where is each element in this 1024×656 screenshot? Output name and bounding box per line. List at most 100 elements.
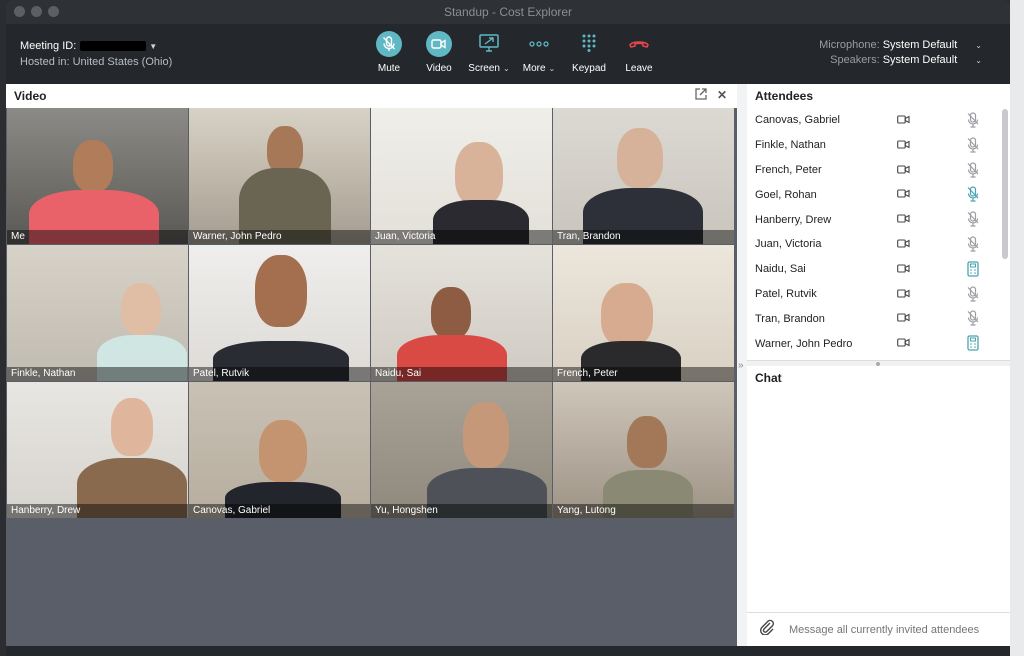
attendee-row[interactable]: Canovas, Gabriel xyxy=(747,108,1010,133)
microphone-value: System Default xyxy=(882,39,958,51)
attendees-title: Attendees xyxy=(755,89,814,103)
chevron-down-icon: ⌄ xyxy=(548,64,556,73)
participant-name: Warner, John Pedro xyxy=(189,230,370,244)
attendee-name: Warner, John Pedro xyxy=(755,337,853,350)
video-tile[interactable]: Hanberry, Drew xyxy=(7,382,188,518)
attendee-name: Finkle, Nathan xyxy=(755,139,826,152)
video-tile[interactable]: Juan, Victoria xyxy=(371,108,552,244)
phone-icon xyxy=(967,335,979,354)
participant-name: Yu, Hongshen xyxy=(371,504,552,518)
phone-icon xyxy=(967,261,979,280)
collapse-arrows-icon: » xyxy=(738,360,744,371)
hang-up-icon xyxy=(628,38,650,51)
participant-name: Naidu, Sai xyxy=(371,367,552,381)
participant-name: French, Peter xyxy=(553,367,734,381)
attachment-icon[interactable] xyxy=(759,619,775,640)
mute-button[interactable]: Mute xyxy=(364,30,414,74)
keypad-icon xyxy=(581,34,597,55)
mic-muted-icon xyxy=(967,112,979,131)
attendee-row[interactable]: Finkle, Nathan xyxy=(747,133,1010,158)
more-dots-icon xyxy=(529,39,549,50)
video-panel: Video ✕ Me Warner, John Pedro Juan, Vict… xyxy=(6,84,737,646)
video-tile[interactable]: Warner, John Pedro xyxy=(189,108,370,244)
microphone-select[interactable]: Microphone: System Default ⌄ xyxy=(819,38,982,53)
video-camera-icon xyxy=(897,214,910,226)
attendee-row[interactable]: French, Peter xyxy=(747,158,1010,183)
video-camera-icon xyxy=(897,239,910,251)
video-tile[interactable]: Tran, Brandon xyxy=(553,108,734,244)
video-camera-icon xyxy=(897,264,910,276)
window-title: Standup - Cost Explorer xyxy=(443,5,573,19)
close-icon[interactable]: ✕ xyxy=(717,88,727,103)
attendee-name: Hanberry, Drew xyxy=(755,213,832,226)
chevron-down-icon: ▼ xyxy=(149,41,158,51)
video-button[interactable]: Video xyxy=(414,30,464,74)
speakers-label: Speakers: xyxy=(830,54,880,66)
chat-message-input[interactable] xyxy=(789,623,1009,636)
video-tile[interactable]: Patel, Rutvik xyxy=(189,245,370,381)
speakers-value: System Default xyxy=(882,54,958,66)
screen-share-icon xyxy=(479,33,499,55)
chevron-down-icon: ⌄ xyxy=(975,56,982,65)
mic-muted-icon xyxy=(967,137,979,156)
participant-name: Yang, Lutong xyxy=(553,504,734,518)
video-camera-icon xyxy=(897,115,910,127)
speakers-select[interactable]: Speakers: System Default ⌄ xyxy=(819,53,982,68)
attendee-name: Naidu, Sai xyxy=(755,263,806,276)
microphone-label: Microphone: xyxy=(819,39,880,51)
pop-out-icon[interactable] xyxy=(695,88,707,103)
video-panel-header: Video ✕ xyxy=(6,84,737,108)
screen-label: Screen xyxy=(468,63,500,74)
video-camera-icon xyxy=(897,338,910,350)
video-camera-icon xyxy=(897,140,910,152)
participant-name: Canovas, Gabriel xyxy=(189,504,370,518)
video-label: Video xyxy=(426,63,452,74)
video-camera-icon xyxy=(426,31,452,57)
panel-resize-handle[interactable]: » xyxy=(737,84,747,646)
leave-label: Leave xyxy=(625,63,653,74)
meeting-id-redacted xyxy=(80,41,147,51)
mic-muted-icon xyxy=(967,236,979,255)
chevron-down-icon: ⌄ xyxy=(975,41,982,50)
meeting-id-dropdown[interactable]: Meeting ID: ▼ xyxy=(20,40,172,52)
attendee-name: Tran, Brandon xyxy=(755,312,825,325)
mic-icon xyxy=(376,31,402,57)
attendee-row[interactable]: Hanberry, Drew xyxy=(747,207,1010,232)
meeting-toolbar: Meeting ID: ▼ Hosted in: United States (… xyxy=(6,24,1010,84)
video-tile[interactable]: Yu, Hongshen xyxy=(371,382,552,518)
leave-button[interactable]: Leave xyxy=(614,30,664,74)
screen-share-button[interactable]: Screen ⌄ xyxy=(464,30,514,74)
video-camera-icon xyxy=(897,189,910,201)
attendee-row[interactable]: Naidu, Sai xyxy=(747,257,1010,282)
attendee-row[interactable]: Warner, John Pedro xyxy=(747,331,1010,356)
video-tile[interactable]: French, Peter xyxy=(553,245,734,381)
video-tile[interactable]: Naidu, Sai xyxy=(371,245,552,381)
video-tile[interactable]: Canovas, Gabriel xyxy=(189,382,370,518)
participant-name: Hanberry, Drew xyxy=(7,504,188,518)
video-grid: Me Warner, John Pedro Juan, Victoria Tra… xyxy=(7,108,734,518)
attendee-name: Juan, Victoria xyxy=(755,238,822,251)
more-button[interactable]: More ⌄ xyxy=(514,30,564,74)
video-tile[interactable]: Yang, Lutong xyxy=(553,382,734,518)
video-camera-icon xyxy=(897,313,910,325)
call-controls: Mute Video Screen ⌄ More ⌄ Keypad Leave xyxy=(364,30,664,74)
attendee-row[interactable]: Patel, Rutvik xyxy=(747,282,1010,307)
video-panel-title: Video xyxy=(14,89,47,103)
video-tile[interactable]: Me xyxy=(7,108,188,244)
title-bar: Standup - Cost Explorer xyxy=(6,0,1010,24)
attendee-name: Canovas, Gabriel xyxy=(755,114,840,127)
attendee-row[interactable]: Juan, Victoria xyxy=(747,232,1010,257)
sidebar-resize-handle[interactable] xyxy=(747,360,1010,366)
keypad-button[interactable]: Keypad xyxy=(564,30,614,74)
video-tile[interactable]: Finkle, Nathan xyxy=(7,245,188,381)
mic-muted-icon xyxy=(967,161,979,181)
audio-settings: Microphone: System Default ⌄ Speakers: Sy… xyxy=(819,38,982,68)
attendee-row[interactable]: Goel, Rohan xyxy=(747,182,1010,207)
participant-name: Tran, Brandon xyxy=(553,230,734,244)
chevron-down-icon: ⌄ xyxy=(502,64,510,73)
participant-name: Finkle, Nathan xyxy=(7,367,188,381)
attendee-row[interactable]: Tran, Brandon xyxy=(747,306,1010,331)
participant-name: Me xyxy=(7,230,188,244)
participant-name: Patel, Rutvik xyxy=(189,367,370,381)
mic-muted-icon xyxy=(967,211,979,230)
